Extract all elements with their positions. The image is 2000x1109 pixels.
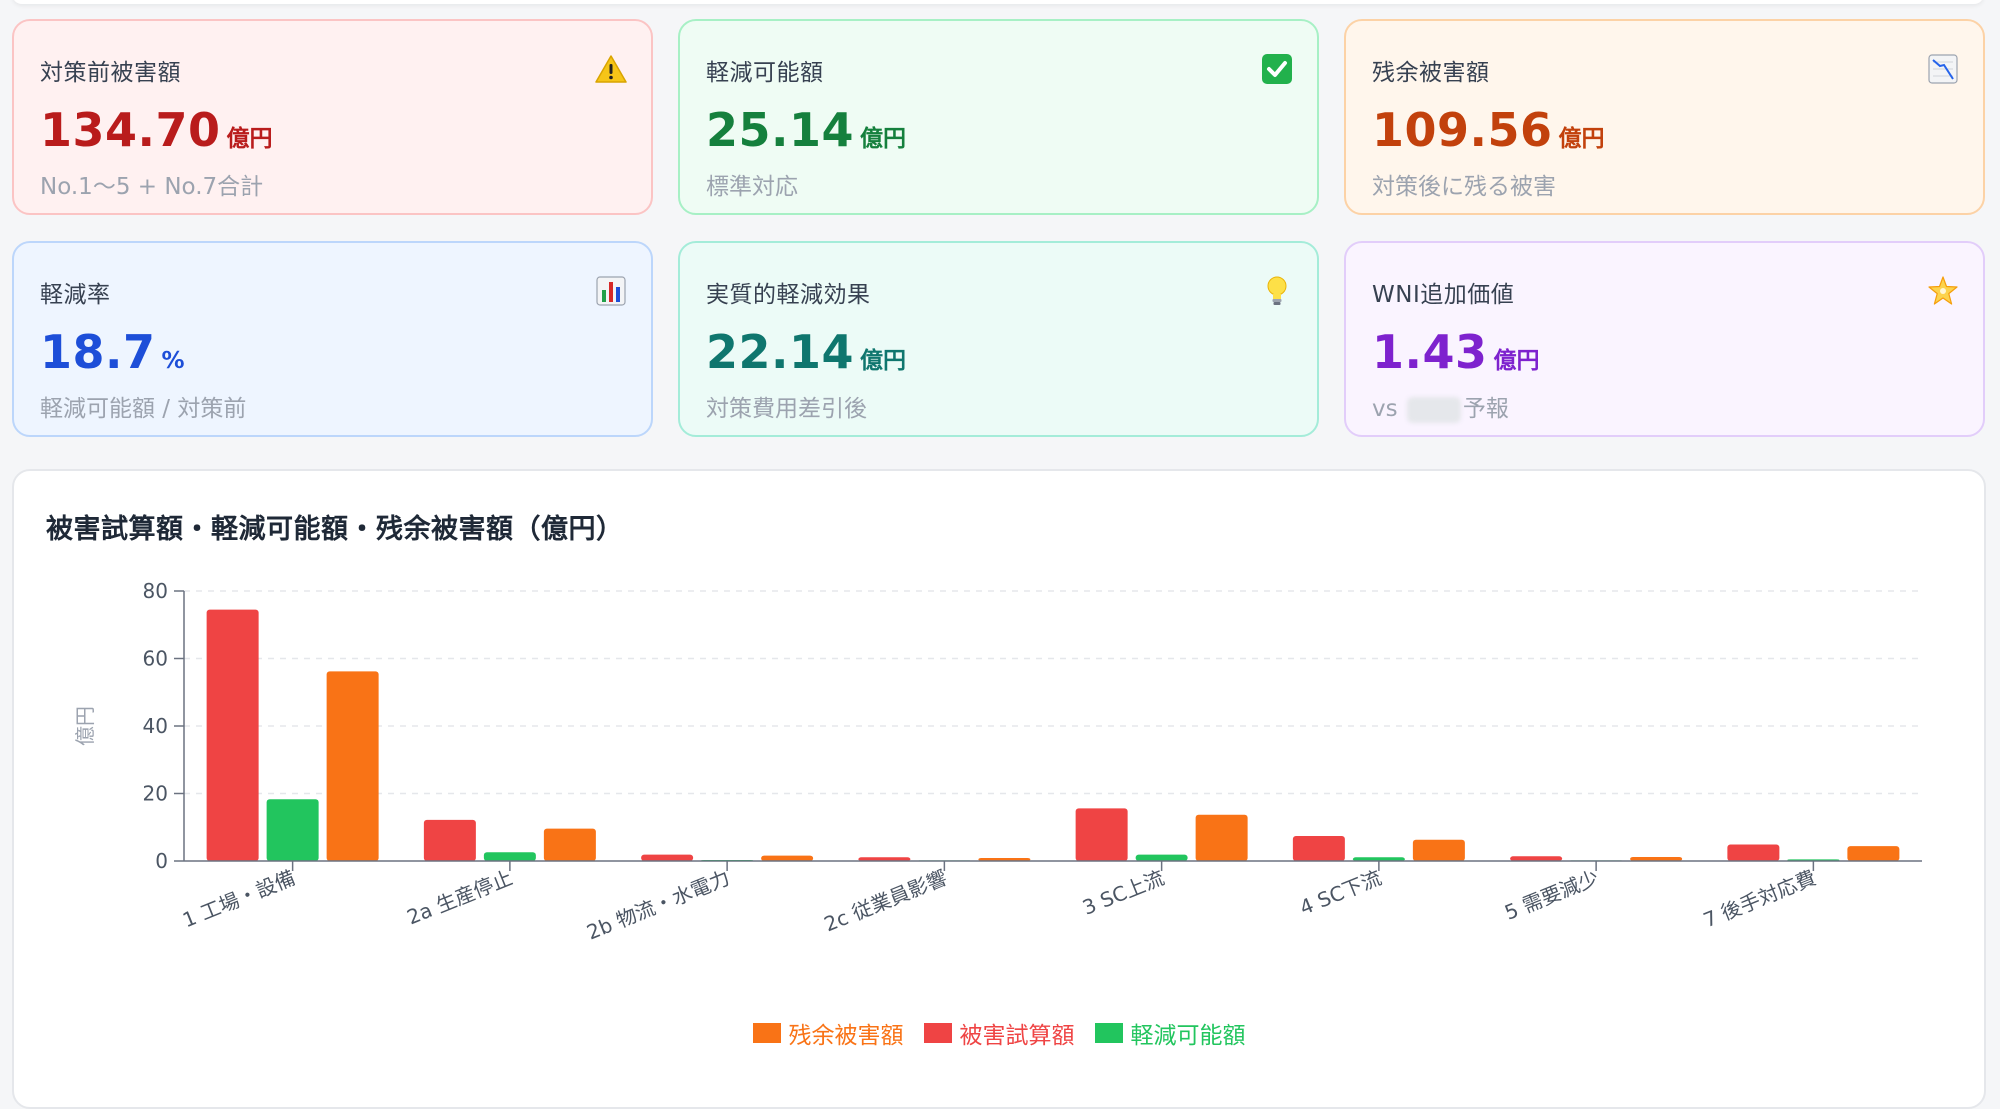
card-label: 軽減可能額 (706, 60, 824, 86)
x-tick-label: 2c 従業員影響 (821, 865, 951, 936)
y-axis-label: 億円 (73, 706, 97, 746)
x-tick-label: 5 需要減少 (1501, 865, 1602, 924)
card-unit: 億円 (860, 126, 907, 152)
bar-mitigable (1135, 854, 1188, 861)
bar-chart: 0 20 40 60 80 億円 1 工場・設備 2a 生産停止 2b 物流・水電力 2c 従業員… (73, 579, 1922, 944)
kpi-card-reduction-rate: 軽減率 18.7 % 軽減可能額 / 対策前 (12, 241, 653, 437)
legend-item[interactable]: 残余被害額 (752, 1016, 904, 1050)
bar-damage (1075, 808, 1128, 861)
card-subtext: 軽減可能額 / 対策前 (40, 396, 247, 422)
card-unit: 億円 (1558, 126, 1605, 152)
bar-residual (1412, 839, 1465, 861)
legend-label: 被害試算額 (959, 1023, 1075, 1049)
card-unit: % (161, 348, 185, 374)
warning-icon (595, 53, 627, 85)
card-subtext-suffix: 予報 (1462, 396, 1509, 422)
bar-residual (1847, 846, 1900, 861)
legend-label: 軽減可能額 (1130, 1023, 1246, 1049)
card-label: 実質的軽減効果 (706, 282, 871, 308)
top-panel-edge (12, 0, 1984, 4)
kpi-card-net-effect: 実質的軽減効果 22.14 億円 対策費用差引後 (678, 241, 1319, 437)
card-value: 22.14 (706, 325, 855, 379)
kpi-card-mitigable: 軽減可能額 25.14 億円 標準対応 (678, 19, 1319, 215)
card-subtext: vs 予報 (1372, 389, 1957, 423)
card-value: 1.43 (1372, 325, 1488, 379)
chart-legend: 残余被害額 被害試算額 軽減可能額 (14, 1016, 1984, 1050)
bar-residual (761, 855, 814, 861)
card-subtext: 標準対応 (706, 174, 798, 200)
card-unit: 億円 (860, 348, 907, 374)
star-icon (1927, 275, 1959, 307)
kpi-card-residual: 残余被害額 109.56 億円 対策後に残る被害 (1344, 19, 1985, 215)
legend-item[interactable]: 軽減可能額 (1094, 1016, 1246, 1050)
legend-swatch (1094, 1023, 1123, 1043)
bar-damage (1727, 844, 1780, 861)
card-label: 対策前被害額 (40, 60, 181, 86)
card-subtext: No.1〜5 + No.7合計 (40, 174, 264, 200)
x-tick-label: 2a 生産停止 (404, 865, 516, 929)
card-value: 134.70 (40, 103, 221, 157)
y-tick-label: 40 (143, 714, 168, 738)
legend-swatch (752, 1023, 781, 1043)
check-icon (1261, 53, 1293, 85)
bar-residual (543, 828, 596, 861)
y-tick-label: 80 (143, 579, 168, 603)
lightbulb-icon (1261, 275, 1293, 307)
x-tick-label: 4 SC下流 (1296, 865, 1384, 919)
x-tick-label: 3 SC上流 (1079, 865, 1167, 919)
card-value: 18.7 (40, 325, 156, 379)
x-tick-label: 7 後手対応費 (1700, 865, 1819, 932)
card-label: 軽減率 (40, 282, 111, 308)
bar-residual (326, 671, 379, 861)
legend-label: 残余被害額 (788, 1023, 904, 1049)
card-label: WNI追加価値 (1372, 282, 1515, 308)
y-tick-label: 60 (143, 647, 168, 671)
card-subtext: 対策後に残る被害 (1372, 174, 1556, 200)
bar-damage (206, 609, 259, 861)
y-tick-label: 20 (143, 782, 168, 806)
card-unit: 億円 (1493, 348, 1540, 374)
legend-swatch (923, 1023, 952, 1043)
y-tick-label: 0 (155, 849, 168, 873)
kpi-card-pre-damage: 対策前被害額 134.70 億円 No.1〜5 + No.7合計 (12, 19, 653, 215)
card-subtext: 対策費用差引後 (706, 396, 867, 422)
card-value: 25.14 (706, 103, 855, 157)
bar-damage (423, 819, 476, 861)
bar-residual (1195, 814, 1248, 861)
card-value: 109.56 (1372, 103, 1553, 157)
legend-item[interactable]: 被害試算額 (923, 1016, 1075, 1050)
bar-damage (641, 854, 694, 861)
bar-mitigable (266, 799, 319, 861)
card-unit: 億円 (226, 126, 273, 152)
kpi-card-wni-value: WNI追加価値 1.43 億円 vs 予報 (1344, 241, 1985, 437)
card-label: 残余被害額 (1372, 60, 1490, 86)
chart-down-icon (1927, 53, 1959, 85)
x-tick-label: 2b 物流・水電力 (583, 865, 733, 944)
damage-chart-panel: 被害試算額・軽減可能額・残余被害額（億円） 0 20 40 60 80 億円 1 工場・設備… (12, 469, 1986, 1109)
card-subtext-prefix: vs (1372, 396, 1398, 422)
kpi-cards: 対策前被害額 134.70 億円 No.1〜5 + No.7合計 軽減可能額 2… (12, 19, 1986, 437)
bar-chart-icon (595, 275, 627, 307)
redacted-text (1406, 396, 1461, 423)
x-tick-label: 1 工場・設備 (179, 865, 298, 932)
bar-mitigable (483, 852, 536, 861)
bar-damage (1292, 836, 1345, 861)
